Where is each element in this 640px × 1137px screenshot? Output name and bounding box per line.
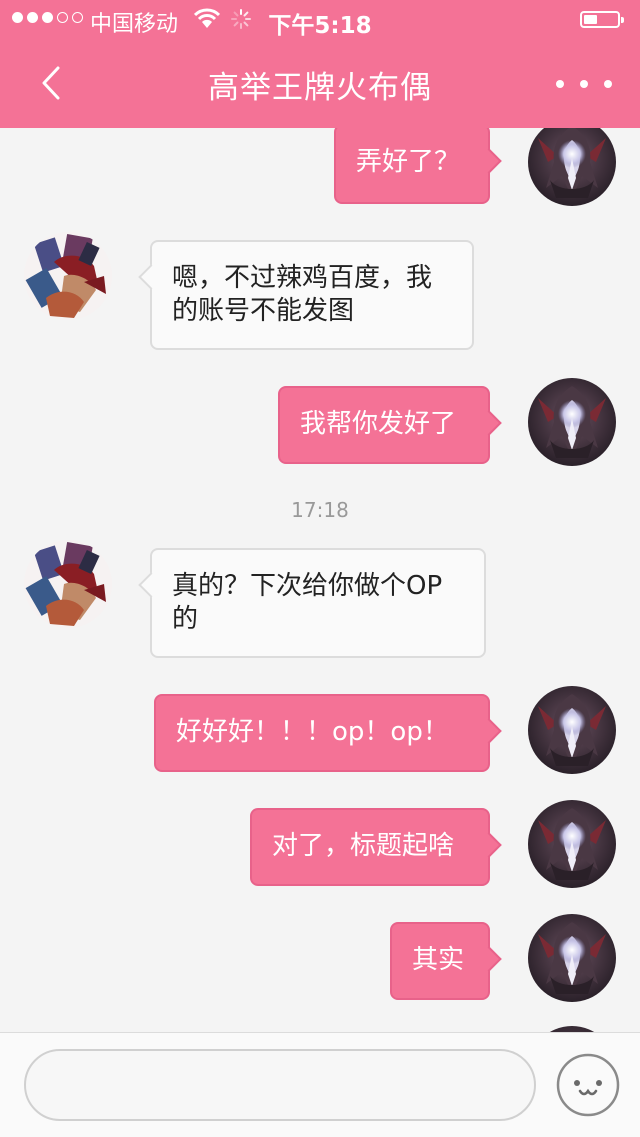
more-button[interactable] <box>556 66 612 102</box>
my-avatar[interactable] <box>528 378 616 466</box>
friend-avatar[interactable] <box>24 540 112 628</box>
message-text: 嗯，不过辣鸡百度，我的账号不能发图 <box>172 263 433 326</box>
outgoing-message-bubble[interactable]: 弄好了？ <box>334 128 502 204</box>
incoming-message-bubble[interactable]: 嗯，不过辣鸡百度，我的账号不能发图 <box>138 240 474 350</box>
emoji-button[interactable] <box>556 1053 620 1117</box>
status-bar: 中国移动 下午5:18 <box>0 0 640 40</box>
my-avatar[interactable] <box>528 914 616 1002</box>
outgoing-message-bubble[interactable]: 其实 <box>390 922 502 1000</box>
incoming-message-bubble[interactable]: 真的？下次给你做个OP的 <box>138 548 486 658</box>
smiley-face-icon <box>556 1053 620 1117</box>
chevron-left-icon <box>42 66 60 100</box>
my-avatar[interactable] <box>528 128 616 206</box>
outgoing-message-bubble[interactable]: 好好好！！！op！op！ <box>154 694 502 772</box>
message-text: 真的？下次给你做个OP的 <box>172 571 443 634</box>
battery-icon <box>580 11 624 28</box>
message-text: 其实 <box>412 945 465 975</box>
message-text: 我帮你发好了 <box>300 409 457 439</box>
outgoing-message-bubble[interactable]: 我帮你发好了 <box>278 386 502 464</box>
message-text: 弄好了？ <box>356 147 461 177</box>
more-dots-icon <box>556 80 564 88</box>
outgoing-message-bubble[interactable]: 对了，标题起啥 <box>250 808 502 886</box>
friend-avatar[interactable] <box>24 232 112 320</box>
back-button[interactable] <box>32 58 76 108</box>
status-time: 下午5:18 <box>268 13 372 39</box>
my-avatar[interactable] <box>528 800 616 888</box>
input-bar <box>0 1032 640 1137</box>
message-list[interactable]: 弄好了？ 嗯，不过辣鸡百度，我的账号不能发图 我帮你发好了 17:18 真的？下… <box>0 128 640 1032</box>
battery-level <box>584 15 597 24</box>
message-input[interactable] <box>24 1049 536 1121</box>
message-text: 好好好！！！op！op！ <box>176 717 449 747</box>
nav-bar: 高举王牌火布偶 <box>0 40 640 128</box>
my-avatar[interactable] <box>528 686 616 774</box>
chat-title: 高举王牌火布偶 <box>208 70 432 106</box>
message-text: 对了，标题起啥 <box>272 831 455 861</box>
message-timestamp: 17:18 <box>291 498 349 522</box>
